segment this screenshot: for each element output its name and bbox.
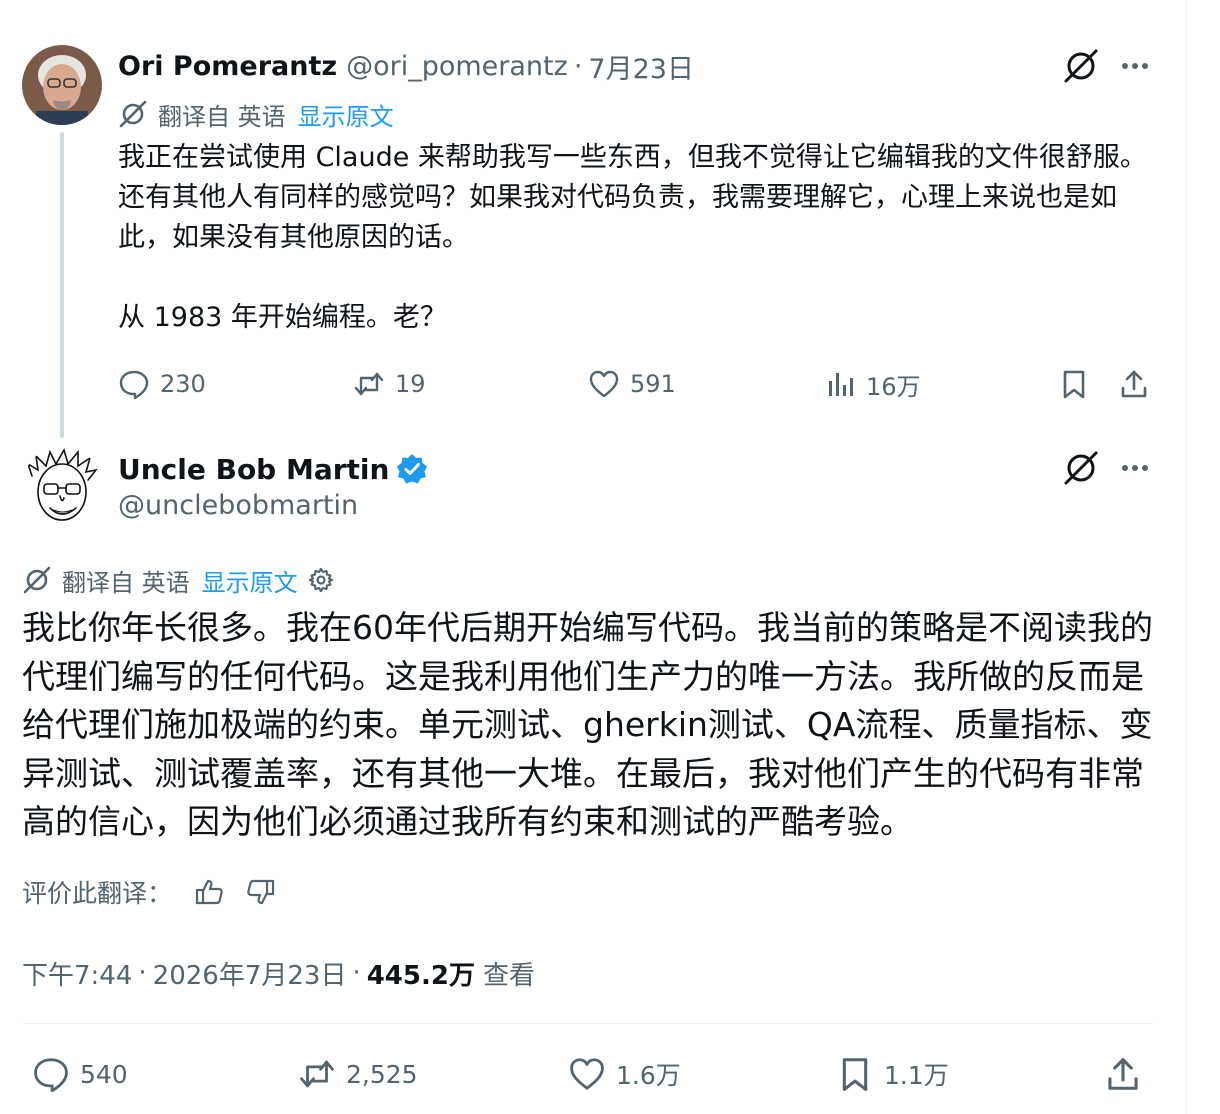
reply-author-name[interactable]: Ori Pomerantz — [118, 51, 337, 82]
views-button[interactable]: 16万 — [824, 362, 921, 406]
reply-icon — [119, 370, 149, 400]
tweet-views-label: 查看 — [482, 960, 535, 991]
bookmark-count: 1.1万 — [884, 1061, 949, 1090]
show-original-link[interactable]: 显示原文 — [202, 563, 298, 598]
views-count: 16万 — [866, 372, 921, 401]
tweet-time[interactable]: 下午7:44 — [22, 955, 132, 992]
tweet-timestamp-row: 下午7:44 · 2026年7月23日 · 445.2万 查看 — [22, 953, 535, 993]
reply-header: Ori Pomerantz @ori_pomerantz · 7月23日 — [118, 46, 694, 86]
repost-button[interactable]: 19 — [353, 362, 426, 406]
translation-settings-gear-icon[interactable] — [308, 567, 334, 593]
rate-translation-row: 评价此翻译： — [22, 872, 276, 912]
main-author-handle[interactable]: @unclebobmartin — [118, 490, 358, 521]
bookmark-button[interactable] — [1058, 362, 1100, 406]
tweet-date[interactable]: 2026年7月23日 — [153, 955, 347, 992]
grok-translate-icon — [118, 99, 148, 129]
reply-count: 540 — [80, 1059, 128, 1089]
divider — [22, 1023, 1154, 1024]
repost-count: 19 — [395, 370, 426, 398]
grok-translate-icon — [22, 565, 52, 595]
bookmark-icon — [1063, 370, 1085, 399]
reply-button[interactable]: 230 — [118, 362, 206, 406]
bookmark-button[interactable]: 1.1万 — [836, 1052, 949, 1096]
reply-icon — [34, 1058, 68, 1093]
reply-translation-bar: 翻译自 英语 显示原文 — [118, 97, 394, 131]
translated-from-label: 翻译自 英语 — [158, 102, 286, 131]
like-count: 1.6万 — [616, 1061, 681, 1090]
thumbs-down-icon[interactable] — [246, 877, 276, 907]
repost-button[interactable]: 2,525 — [298, 1052, 418, 1096]
main-author-name[interactable]: Uncle Bob Martin — [118, 453, 389, 486]
tweet-views-count: 445.2万 — [366, 960, 475, 991]
avatar-uncle-bob-martin[interactable] — [22, 446, 102, 530]
share-icon — [1121, 370, 1147, 398]
avatar-ori-pomerantz[interactable] — [22, 45, 102, 125]
share-button[interactable] — [1104, 1052, 1152, 1096]
thumbs-up-icon[interactable] — [194, 877, 224, 907]
grok-icon[interactable] — [1062, 449, 1100, 487]
views-chart-icon — [829, 373, 853, 396]
heart-icon — [570, 1058, 604, 1090]
share-button[interactable] — [1118, 362, 1160, 406]
show-original-link[interactable]: 显示原文 — [298, 97, 394, 132]
translated-from-label: 翻译自 英语 — [62, 568, 190, 597]
repost-icon — [300, 1060, 334, 1088]
rate-translation-label: 评价此翻译： — [22, 879, 173, 908]
heart-icon — [589, 370, 619, 398]
verified-badge-icon — [397, 454, 428, 484]
reply-count: 230 — [160, 370, 206, 398]
main-translation-bar: 翻译自 英语 显示原文 — [22, 563, 334, 597]
main-author-row: Uncle Bob Martin — [118, 449, 429, 489]
thread-line — [60, 132, 64, 438]
like-button[interactable]: 1.6万 — [568, 1052, 681, 1096]
column-border — [1186, 0, 1187, 1114]
repost-count: 2,525 — [346, 1059, 418, 1089]
reply-text: 我正在尝试使用 Claude 来帮助我写一些东西，但我不觉得让它编辑我的文件很舒… — [118, 142, 1147, 333]
more-options-icon[interactable] — [1119, 452, 1151, 484]
main-action-bar: 540 2,525 1.6万 1.1万 — [22, 1052, 1154, 1098]
bookmark-icon — [842, 1058, 868, 1091]
like-count: 591 — [630, 370, 676, 398]
separator-dot: · — [138, 958, 147, 988]
reply-button[interactable]: 540 — [32, 1052, 128, 1096]
like-button[interactable]: 591 — [588, 362, 676, 406]
separator-dot: · — [573, 50, 583, 82]
main-tweet-text: 我比你年长很多。我在60年代后期开始编写代码。我当前的策略是不阅读我的代理们编写… — [22, 608, 1153, 842]
reply-action-bar: 230 19 591 16万 — [118, 362, 1158, 406]
grok-icon[interactable] — [1062, 47, 1100, 85]
reply-author-handle[interactable]: @ori_pomerantz — [346, 51, 568, 82]
reply-date[interactable]: 7月23日 — [588, 47, 694, 86]
share-icon — [1108, 1058, 1138, 1090]
more-options-icon[interactable] — [1119, 50, 1151, 82]
separator-dot: · — [352, 958, 361, 988]
repost-icon — [354, 372, 384, 396]
